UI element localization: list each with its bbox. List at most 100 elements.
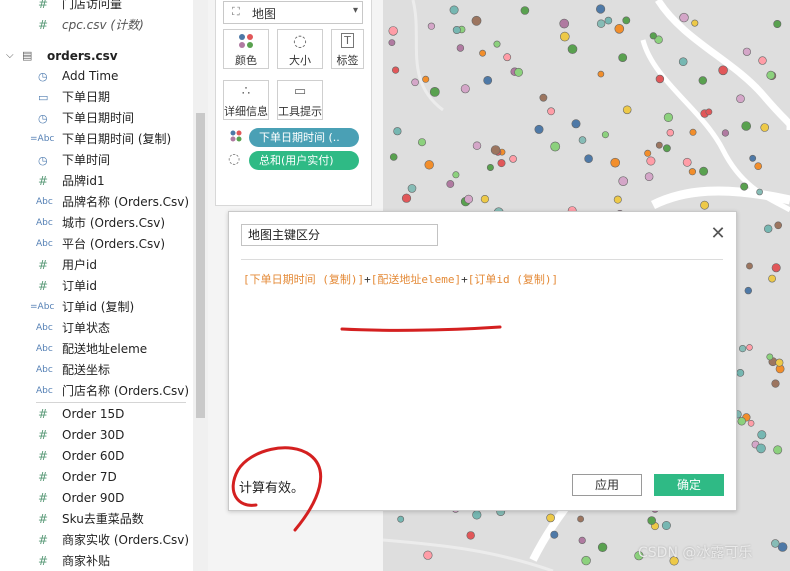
map-point[interactable] (773, 19, 782, 28)
field-item[interactable]: # 商家补贴 (0, 551, 192, 571)
map-point[interactable] (567, 44, 578, 54)
map-point[interactable] (584, 154, 593, 163)
map-point[interactable] (452, 171, 460, 179)
map-point[interactable] (392, 66, 400, 74)
map-point[interactable] (666, 129, 674, 137)
map-point[interactable] (601, 131, 609, 139)
map-point[interactable] (773, 445, 783, 455)
map-point[interactable] (604, 16, 613, 25)
map-point[interactable] (483, 76, 493, 85)
map-point[interactable] (389, 153, 398, 161)
map-point[interactable] (560, 31, 570, 42)
map-point[interactable] (456, 44, 465, 52)
map-point[interactable] (771, 263, 781, 273)
field-item[interactable]: # 门店访问量 (0, 0, 192, 15)
field-item[interactable]: Abc 订单状态 (0, 318, 192, 339)
map-point[interactable] (618, 176, 628, 186)
map-point[interactable] (597, 70, 605, 78)
map-point[interactable] (774, 221, 783, 230)
map-point[interactable] (578, 536, 586, 545)
field-item[interactable]: =Abc 订单id (复制) (0, 297, 192, 318)
map-point[interactable] (514, 67, 523, 77)
mark-type-dropdown[interactable]: ⛶ 地图 ▾ (223, 1, 363, 24)
map-point[interactable] (744, 286, 752, 295)
map-point[interactable] (417, 138, 426, 147)
map-point[interactable] (539, 93, 548, 102)
map-point[interactable] (596, 19, 606, 28)
map-point[interactable] (771, 379, 780, 388)
map-point[interactable] (509, 155, 517, 163)
field-item[interactable]: ▭ 下单日期 (0, 87, 192, 108)
map-point[interactable] (742, 47, 752, 56)
map-point[interactable] (452, 25, 461, 34)
map-point[interactable] (649, 32, 657, 40)
map-point[interactable] (688, 168, 697, 176)
map-point[interactable] (571, 119, 581, 129)
map-point[interactable] (422, 75, 430, 83)
map-point[interactable] (401, 193, 412, 203)
map-point[interactable] (446, 180, 455, 188)
map-point[interactable] (397, 515, 405, 523)
map-point[interactable] (618, 53, 628, 62)
field-item[interactable]: # Order 90D (0, 488, 192, 509)
map-point[interactable] (622, 105, 632, 115)
map-point[interactable] (472, 510, 482, 520)
map-point[interactable] (749, 154, 757, 162)
tooltip-button[interactable]: ▭ 工具提示 (277, 80, 323, 120)
map-point[interactable] (646, 156, 656, 166)
map-point[interactable] (760, 123, 770, 132)
map-point[interactable] (766, 353, 774, 361)
map-point[interactable] (424, 160, 434, 170)
map-point[interactable] (689, 128, 697, 136)
formula-editor[interactable]: [下单日期时间 (复制)]+[配送地址eleme]+[订单id (复制)] (243, 271, 558, 287)
map-point[interactable] (497, 159, 506, 168)
calculation-name-input[interactable]: 地图主键区分 (241, 224, 438, 246)
map-point[interactable] (699, 166, 709, 176)
field-item[interactable]: # cpc.csv (计数) (0, 15, 192, 36)
map-point[interactable] (678, 57, 688, 67)
field-item[interactable]: Abc 配送坐标 (0, 360, 192, 381)
field-item[interactable]: # 用户id (0, 255, 192, 276)
label-button[interactable]: T 标签 (331, 29, 364, 69)
map-point[interactable] (644, 172, 654, 181)
data-pane-scrollbar[interactable] (193, 0, 208, 571)
map-point[interactable] (655, 141, 663, 149)
map-point[interactable] (698, 76, 707, 85)
map-point[interactable] (764, 224, 773, 234)
map-point[interactable] (449, 5, 459, 15)
field-item[interactable]: ◷ 下单时间 (0, 150, 192, 171)
map-point[interactable] (429, 87, 440, 97)
field-item[interactable]: # 品牌id1 (0, 171, 192, 192)
field-item[interactable]: =Abc 下单日期时间 (复制) (0, 129, 192, 150)
map-point[interactable] (647, 516, 657, 525)
map-point[interactable] (550, 530, 559, 539)
field-item[interactable]: # 订单id (0, 276, 192, 297)
map-point[interactable] (737, 417, 746, 426)
field-item[interactable]: # Order 15D (0, 404, 192, 425)
map-point[interactable] (691, 19, 699, 27)
close-icon[interactable]: ✕ (708, 224, 728, 244)
map-point[interactable] (736, 368, 745, 377)
apply-button[interactable]: 应用 (572, 474, 642, 496)
ok-button[interactable]: 确定 (654, 474, 724, 496)
field-item[interactable]: # 商家实收 (Orders.Csv) (0, 530, 192, 551)
map-point[interactable] (766, 70, 776, 80)
map-point[interactable] (746, 262, 753, 270)
map-point[interactable] (613, 195, 622, 204)
field-item[interactable]: # Sku去重菜品数 (0, 509, 192, 530)
detail-button[interactable]: ∴ 详细信息 (223, 80, 269, 120)
map-point[interactable] (739, 345, 747, 353)
field-item[interactable]: Abc 门店名称 (Orders.Csv) (0, 381, 192, 402)
map-point[interactable] (622, 16, 631, 25)
map-point[interactable] (756, 443, 766, 454)
map-point[interactable] (682, 157, 692, 167)
color-button[interactable]: 颜色 (223, 29, 269, 69)
datasource-header[interactable]: ⌵ ▤ orders.csv (0, 46, 190, 66)
field-item[interactable]: # Order 7D (0, 467, 192, 488)
size-pill[interactable]: 总和(用户实付) (249, 151, 359, 170)
map-point[interactable] (758, 56, 767, 65)
map-point[interactable] (427, 22, 436, 30)
map-point[interactable] (754, 162, 763, 170)
field-item[interactable]: # Order 30D (0, 425, 192, 446)
field-item[interactable]: Abc 配送地址eleme (0, 339, 192, 360)
